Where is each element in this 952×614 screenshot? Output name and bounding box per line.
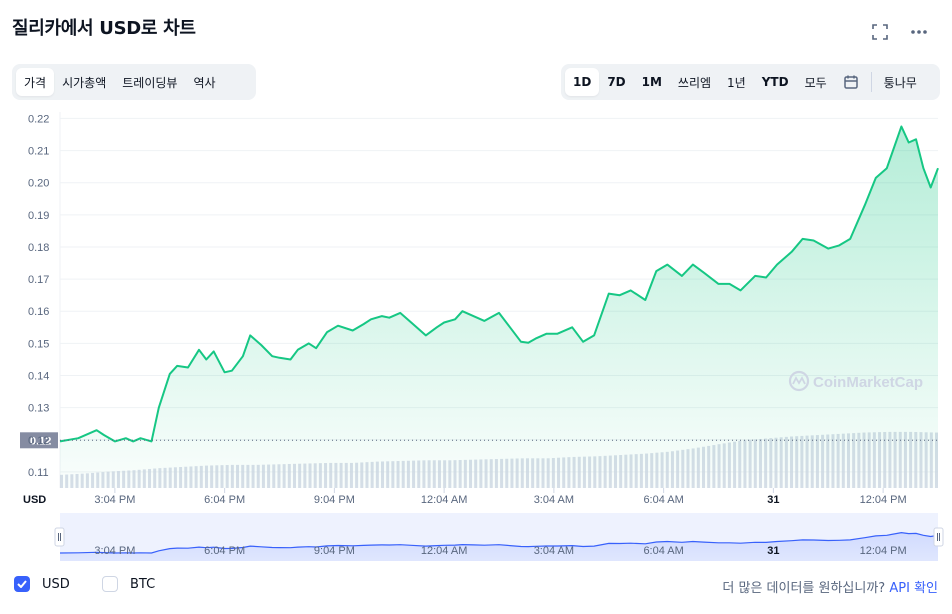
x-tick-label: 6:04 AM	[643, 494, 683, 506]
legend-usd[interactable]: USD	[14, 576, 70, 592]
x-tick-label: 9:04 PM	[314, 494, 355, 506]
legend-usd-label: USD	[42, 576, 70, 592]
x-tick-label: 31	[767, 494, 779, 506]
y-tick-label: 0.16	[28, 306, 49, 318]
api-link[interactable]: API	[889, 581, 910, 596]
legend-btc-label: BTC	[130, 576, 156, 592]
navigator-tick-label: 9:04 PM	[314, 545, 355, 557]
x-tick-label: 12:04 AM	[421, 494, 467, 506]
x-tick-label: 6:04 PM	[204, 494, 245, 506]
navigator-tick-label: 12:04 AM	[421, 545, 467, 557]
y-tick-label: 0.19	[28, 210, 49, 222]
x-axis: USD 3:04 PM 6:04 PM 9:04 PM 12:04 AM 3:04 AM 6…	[23, 488, 907, 506]
y-tick-label: 0.20	[28, 178, 49, 190]
y-tick-label: 0.22	[28, 113, 49, 125]
x-tick-label: 3:04 PM	[94, 494, 135, 506]
price-area: 0.12	[20, 125, 939, 488]
navigator-tick-label: 31	[767, 545, 779, 557]
y-tick-label: 0.15	[28, 338, 49, 350]
navigator-left-handle[interactable]	[54, 527, 65, 547]
navigator-tick-label: 6:04 PM	[204, 545, 245, 557]
navigator-tick-label: 12:04 PM	[860, 545, 907, 557]
navigator-right-handle[interactable]	[933, 527, 944, 547]
y-tick-label: 0.13	[28, 403, 49, 415]
btc-checkbox[interactable]	[102, 576, 118, 592]
y-tick-label: 0.12	[28, 435, 49, 447]
x-tick-label: 3:04 AM	[534, 494, 574, 506]
price-area-fill	[60, 126, 938, 488]
currency-axis-label: USD	[23, 494, 46, 506]
x-tick-label: 12:04 PM	[860, 494, 907, 506]
handle-body	[54, 527, 65, 547]
legend-btc[interactable]: BTC	[102, 576, 155, 592]
watermark-text: CoinMarketCap	[813, 374, 923, 391]
handle-body	[933, 527, 944, 547]
y-tick-label: 0.17	[28, 274, 49, 286]
footer-text: 더 많은 데이터를 원하십니까?	[722, 581, 886, 596]
y-tick-label: 0.11	[28, 467, 49, 479]
usd-checkbox[interactable]	[14, 576, 30, 592]
navigator: 3:04 PM 6:04 PM 9:04 PM 12:04 AM 3:04 AM 6:04…	[54, 513, 944, 561]
more-data-footer: 더 많은 데이터를 원하십니까? API 확인	[722, 577, 938, 596]
price-chart: 0.12 0.22 0.21 0.20 0.19 0.18 0.17 0.16 0.15 0.1…	[20, 112, 944, 561]
y-tick-label: 0.18	[28, 242, 49, 254]
y-tick-label: 0.21	[28, 146, 49, 158]
navigator-tick-label: 6:04 AM	[643, 545, 683, 557]
y-tick-label: 0.14	[28, 371, 49, 383]
y-axis: 0.22 0.21 0.20 0.19 0.18 0.17 0.16 0.15 0.14 0.13…	[28, 113, 49, 479]
navigator-tick-label: 3:04 PM	[94, 545, 135, 557]
check-icon	[17, 580, 27, 588]
api-confirm-link[interactable]: 확인	[914, 581, 938, 596]
navigator-tick-label: 3:04 AM	[534, 545, 574, 557]
